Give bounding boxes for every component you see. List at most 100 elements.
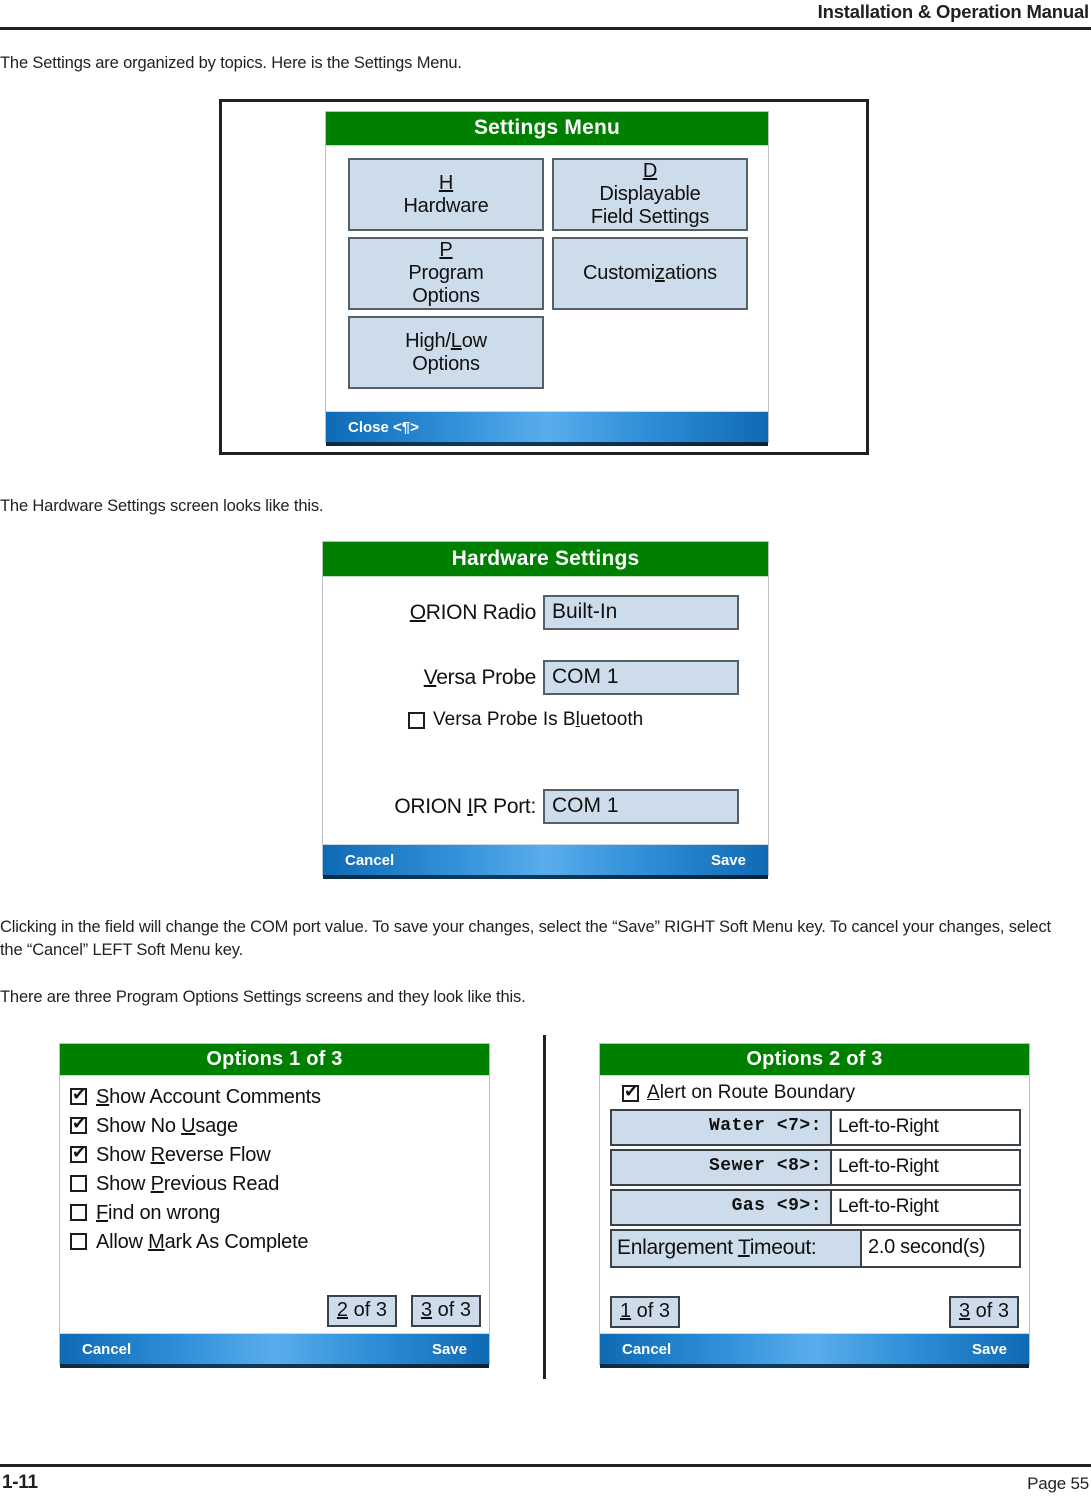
accel-1: 1 — [620, 1300, 632, 1322]
save-softkey[interactable]: Save — [432, 1341, 467, 1358]
accel-3: 3 — [420, 1299, 433, 1321]
options-2-device: Options 2 of 3 Alert on Route Boundary W… — [599, 1043, 1030, 1368]
settings-menu-body: H Hardware D Displayable Field Settings PP… — [326, 146, 768, 411]
checkbox-icon[interactable] — [70, 1204, 87, 1221]
accel-u: U — [181, 1115, 196, 1137]
versa-probe-bluetooth-label: Versa Probe Is Bluetooth — [433, 709, 644, 730]
options-1-device: Options 1 of 3 Show Account Comments Sho… — [59, 1043, 490, 1368]
program-options-paragraph: There are three Program Options Settings… — [0, 988, 526, 1006]
option-show-account-comments[interactable]: Show Account Comments — [70, 1084, 321, 1111]
option-show-reverse-flow[interactable]: Show Reverse Flow — [70, 1142, 321, 1169]
settings-menu-figure-frame: Settings Menu H Hardware D Displayable Fie… — [219, 99, 869, 455]
row-gas: Gas <9>: Left-to-Right — [610, 1189, 1021, 1226]
settings-menu-grid: H Hardware D Displayable Field Settings PP… — [348, 158, 748, 389]
checkbox-icon[interactable] — [70, 1143, 87, 1163]
options-1-checkbox-list: Show Account Comments Show No Usage Show… — [70, 1084, 321, 1258]
versa-probe-field[interactable]: COM 1 — [543, 660, 739, 695]
row-sewer: Sewer <8>: Left-to-Right — [610, 1149, 1021, 1186]
options-1-title: Options 1 of 3 — [60, 1044, 489, 1076]
option-label: Show Reverse Flow — [96, 1144, 271, 1166]
pager-button-2-of-3[interactable]: 2 of 3 — [326, 1295, 397, 1327]
options-2-body: Alert on Route Boundary Water <7>: Left-… — [600, 1076, 1029, 1333]
accel-2: 2 — [336, 1299, 349, 1321]
accel-3b: 3 — [958, 1300, 971, 1322]
option-label: Alert on Route Boundary — [647, 1082, 856, 1103]
settings-menu-device: Settings Menu H Hardware D Displayable Fie… — [325, 111, 769, 446]
option-label: Show Account Comments — [96, 1086, 321, 1108]
save-softkey[interactable]: Save — [972, 1341, 1007, 1358]
close-softkey[interactable]: Close <¶> — [348, 419, 419, 436]
versa-probe-bluetooth-row[interactable]: Versa Probe Is Bluetooth — [408, 709, 643, 731]
pager-button-1-of-3[interactable]: 1 of 3 — [610, 1296, 681, 1328]
row-sewer-value[interactable]: Left-to-Right — [832, 1149, 1021, 1186]
accel-bt: l — [575, 709, 580, 730]
menu-button-customizations[interactable]: Customizations — [552, 237, 748, 310]
hardware-settings-body: ORION Radio Built-In Versa Probe COM 1 V… — [323, 577, 768, 844]
accel-a: A — [647, 1082, 660, 1103]
accel-z: z — [654, 262, 665, 284]
accel-o: O — [409, 600, 426, 624]
option-allow-mark-as-complete[interactable]: Allow Mark As Complete — [70, 1229, 321, 1256]
intro-paragraph: The Settings are organized by topics. He… — [0, 54, 462, 72]
page-number: Page 55 — [1027, 1474, 1089, 1493]
menu-button-program-line2: Options — [412, 285, 480, 307]
option-alert-on-route-boundary[interactable]: Alert on Route Boundary — [622, 1082, 855, 1104]
accel-i: I — [467, 794, 473, 818]
pager-button-3-of-3[interactable]: 3 of 3 — [948, 1296, 1019, 1328]
option-show-previous-read[interactable]: Show Previous Read — [70, 1171, 321, 1198]
orion-ir-port-row: ORION IR Port: COM 1 — [323, 789, 744, 824]
footer-rule — [0, 1464, 1091, 1467]
row-gas-key[interactable]: Gas <9>: — [610, 1189, 832, 1226]
menu-button-displayable-field-settings[interactable]: D Displayable Field Settings — [552, 158, 748, 231]
checkbox-icon[interactable] — [70, 1233, 87, 1250]
row-enlargement-timeout: Enlargement Timeout: 2.0 second(s) — [610, 1229, 1021, 1268]
option-label: Show Previous Read — [96, 1173, 280, 1195]
pager-button-3-of-3[interactable]: 3 of 3 — [410, 1295, 481, 1327]
accel-v: V — [423, 665, 437, 689]
orion-ir-port-label: ORION IR Port: — [394, 794, 536, 818]
row-gas-value[interactable]: Left-to-Right — [832, 1189, 1021, 1226]
row-enlargement-timeout-key[interactable]: Enlargement Timeout: — [610, 1229, 862, 1268]
orion-radio-field[interactable]: Built-In — [543, 595, 739, 630]
row-water-key[interactable]: Water <7>: — [610, 1109, 832, 1146]
checkbox-icon[interactable] — [70, 1175, 87, 1192]
manual-title: Installation & Operation Manual — [817, 1, 1090, 22]
checkbox-icon[interactable] — [622, 1082, 639, 1102]
cancel-softkey[interactable]: Cancel — [622, 1341, 671, 1358]
menu-button-hardware-label: Hardware — [403, 194, 489, 217]
option-label: Show No Usage — [96, 1115, 238, 1137]
menu-button-program-options[interactable]: P Program Options — [348, 237, 544, 310]
cancel-softkey[interactable]: Cancel — [82, 1341, 131, 1358]
row-water-value[interactable]: Left-to-Right — [832, 1109, 1021, 1146]
menu-button-high-low-options[interactable]: High/Low Options — [348, 316, 544, 389]
options-2-pager: 1 of 3 3 of 3 — [610, 1296, 1019, 1328]
option-find-on-wrong[interactable]: Find on wrong — [70, 1200, 321, 1227]
accel-r: R — [150, 1144, 165, 1166]
checkbox-icon[interactable] — [70, 1114, 87, 1134]
cancel-softkey[interactable]: Cancel — [345, 852, 394, 869]
hardware-intro-paragraph: The Hardware Settings screen looks like … — [0, 497, 324, 515]
accel-f: F — [96, 1202, 109, 1224]
menu-button-hardware[interactable]: H Hardware — [348, 158, 544, 231]
checkbox-icon[interactable] — [70, 1085, 87, 1105]
menu-button-program-line1: Program — [408, 262, 484, 284]
option-show-no-usage[interactable]: Show No Usage — [70, 1113, 321, 1140]
versa-probe-label: Versa Probe — [423, 665, 537, 689]
accel-h: H — [438, 171, 454, 194]
section-number: 1-11 — [2, 1472, 38, 1493]
accel-l: L — [450, 329, 462, 352]
checkbox-icon[interactable] — [408, 711, 425, 729]
orion-ir-port-field[interactable]: COM 1 — [543, 789, 739, 824]
settings-menu-title: Settings Menu — [326, 112, 768, 146]
save-softkey[interactable]: Save — [711, 852, 746, 869]
row-sewer-key[interactable]: Sewer <8>: — [610, 1149, 832, 1186]
row-enlargement-timeout-value[interactable]: 2.0 second(s) — [862, 1229, 1021, 1268]
hardware-settings-device: Hardware Settings ORION Radio Built-In V… — [322, 541, 769, 879]
settings-menu-softkey-bar: Close <¶> — [326, 411, 768, 446]
orion-radio-row: ORION Radio Built-In — [323, 595, 744, 630]
accel-m: M — [148, 1231, 165, 1253]
menu-button-displayable-line2: Field Settings — [590, 206, 710, 228]
option-label: Find on wrong — [96, 1202, 221, 1224]
accel-s: S — [96, 1086, 110, 1108]
header-rule — [0, 27, 1091, 30]
